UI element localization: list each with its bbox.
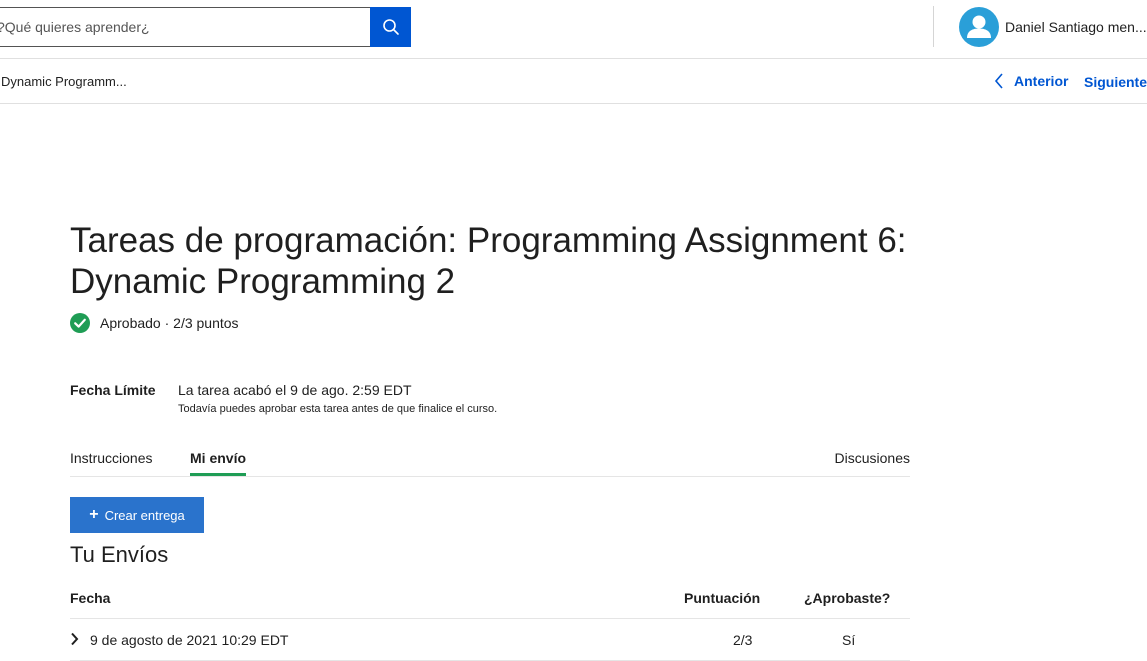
search-button[interactable] [370,7,411,47]
column-header-passed: ¿Aprobaste? [804,590,891,606]
check-circle-icon [70,313,90,333]
search-icon [382,19,399,35]
status-row: Aprobado · 2/3 puntos [70,313,239,333]
create-submission-label: Crear entrega [104,507,185,523]
submissions-table: Fecha Puntuación ¿Aprobaste? 9 de agosto… [70,582,910,661]
deadline-note: Todavía puedes aprobar esta tarea antes … [178,403,498,415]
search-input[interactable] [0,7,370,47]
header-divider [933,6,934,47]
next-link[interactable]: Siguiente [1084,74,1147,90]
tab-bar: Instrucciones Mi envío Discusiones [70,440,910,477]
submissions-title: Tu Envíos [70,542,169,567]
user-name[interactable]: Daniel Santiago men... [1005,19,1147,35]
deadline-value: La tarea acabó el 9 de ago. 2:59 EDT [178,382,412,398]
deadline-label: Fecha Límite [70,382,156,398]
page-title: Tareas de programación: Programming Assi… [70,221,907,301]
submission-passed: Sí [842,632,856,648]
tab-my-submission[interactable]: Mi envío [190,450,247,476]
status-text: Aprobado · 2/3 puntos [100,315,239,331]
tab-discussions[interactable]: Discusiones [835,450,910,466]
create-submission-button[interactable]: + Crear entrega [70,497,204,533]
previous-label: Anterior [1014,73,1069,89]
tab-instructions[interactable]: Instrucciones [70,450,152,466]
top-header: Daniel Santiago men... [0,0,1147,59]
submission-date: 9 de agosto de 2021 10:29 EDT [90,632,289,648]
column-header-date: Fecha [70,590,111,606]
table-header: Fecha Puntuación ¿Aprobaste? [70,582,910,619]
user-icon [967,15,991,38]
avatar[interactable] [959,7,999,47]
submission-score: 2/3 [733,632,753,648]
breadcrumb[interactable]: Dynamic Programm... [1,74,127,89]
item-nav-bar: Dynamic Programm... Anterior Siguiente [0,59,1147,104]
column-header-score: Puntuación [684,590,761,606]
table-row[interactable]: 9 de agosto de 2021 10:29 EDT 2/3 Sí [70,619,910,661]
chevron-left-icon [994,73,1003,89]
previous-link[interactable]: Anterior [994,72,1068,90]
chevron-right-icon[interactable] [70,632,79,646]
plus-icon: + [89,506,99,523]
